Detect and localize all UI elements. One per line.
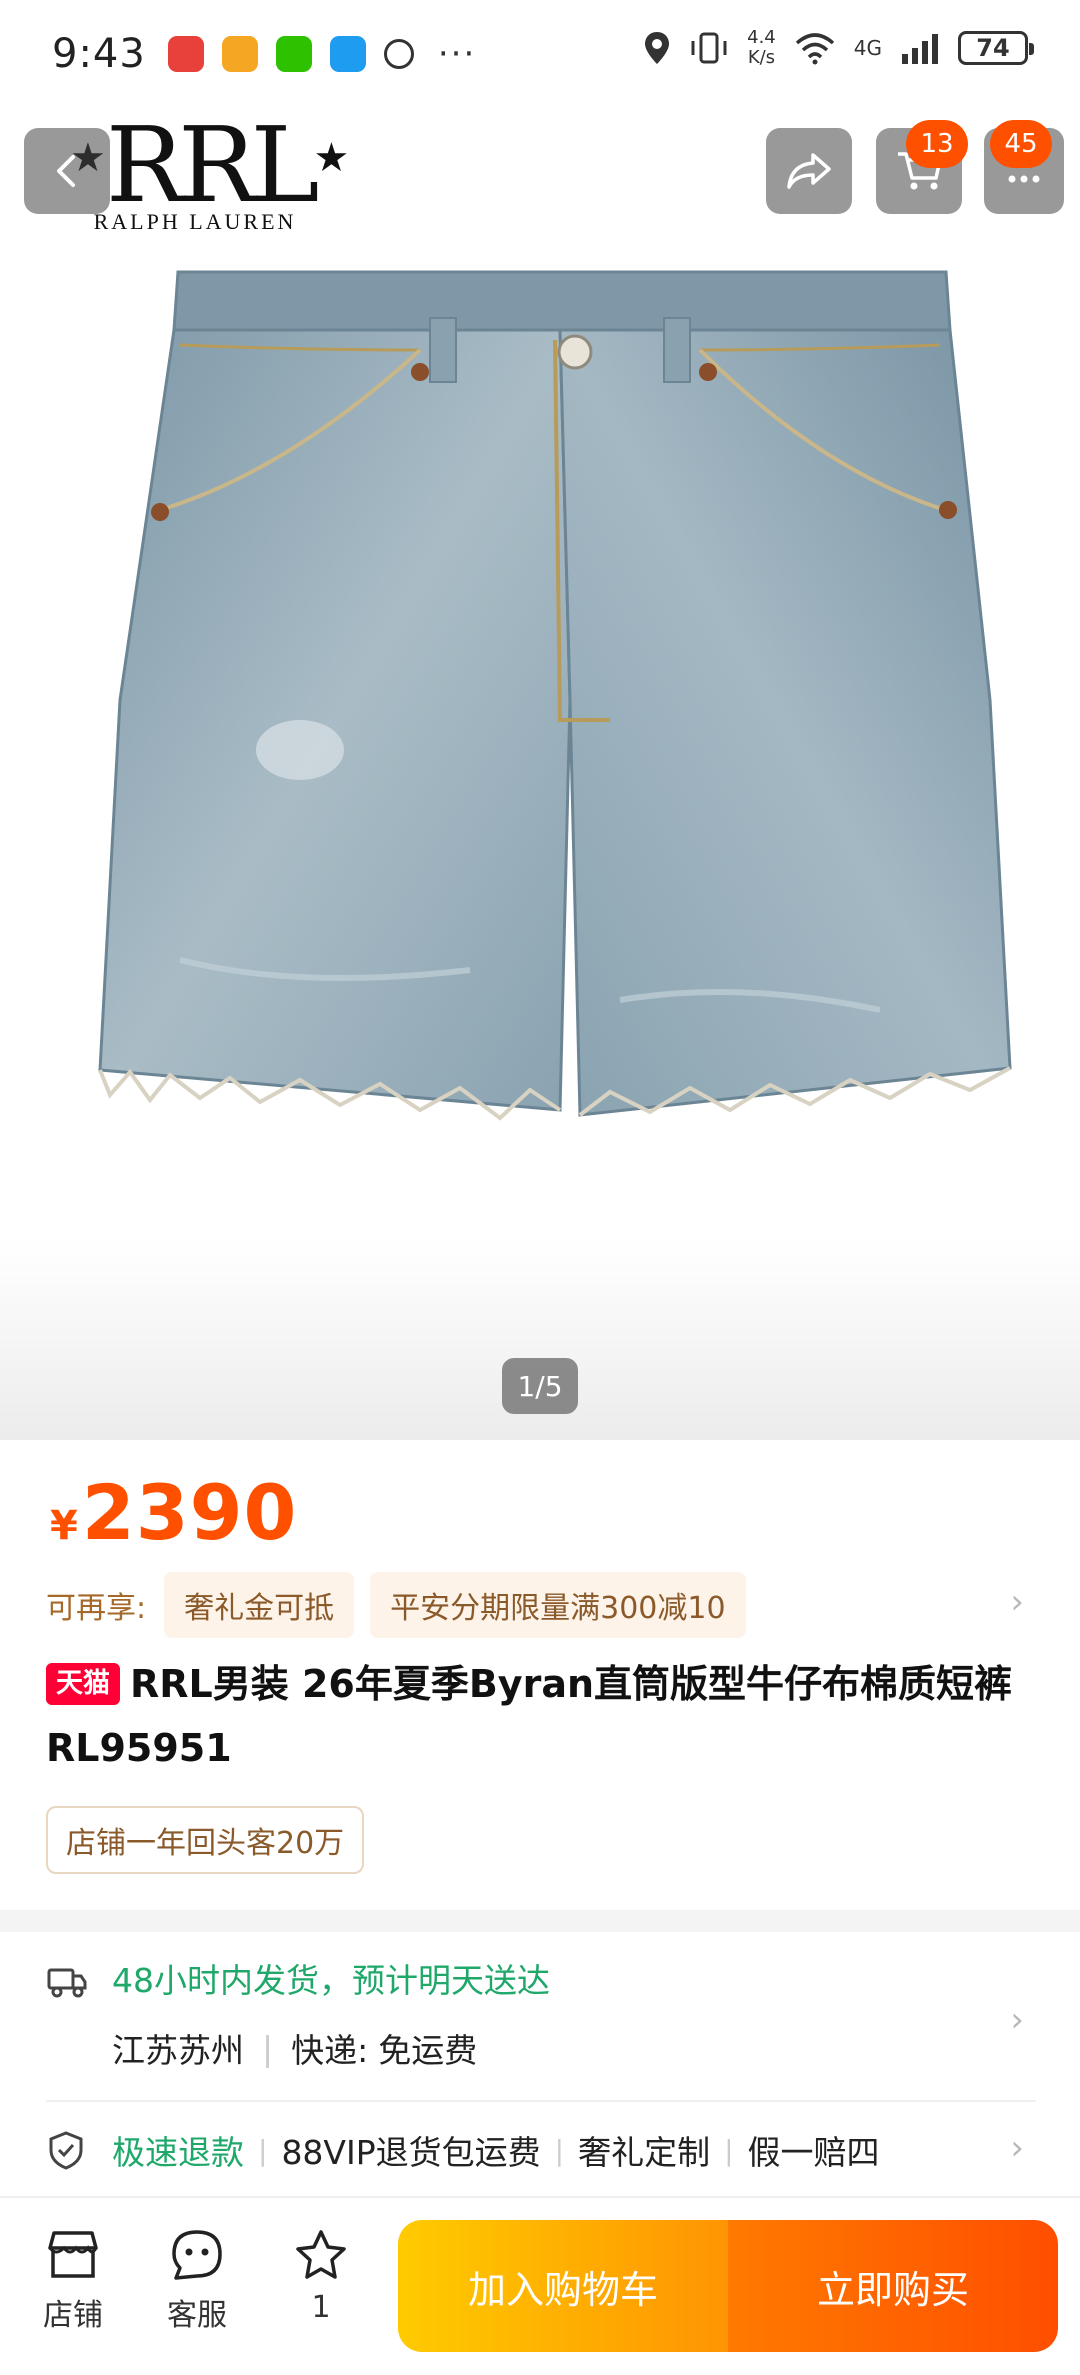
status-time: 9:43 xyxy=(52,31,146,77)
network-type: 4G xyxy=(853,36,882,60)
shipping-headline: 48小时内发货，预计明天送达 xyxy=(112,1961,550,2000)
customer-service-icon xyxy=(172,2230,222,2280)
wifi-icon xyxy=(795,33,834,65)
ship-origin: 江苏苏州 xyxy=(112,2031,244,2070)
delivery-truck-icon xyxy=(47,1968,87,1998)
product-title-block: 天猫 RRL男装 26年夏季Byran直筒版型牛仔布棉质短裤RL95951 xyxy=(46,1652,1036,1780)
favorite-button[interactable]: 1 xyxy=(276,2228,366,2325)
repeat-customers-tag[interactable]: 店铺一年回头客20万 xyxy=(46,1806,365,1874)
shop-label: 店铺 xyxy=(43,2298,103,2333)
customer-service-button[interactable]: 客服 xyxy=(152,2228,242,2334)
share-button[interactable] xyxy=(766,128,852,214)
chevron-left-icon xyxy=(57,155,75,187)
add-to-cart-button[interactable]: 加入购物车 xyxy=(398,2220,728,2352)
image-page-counter: 1/5 xyxy=(502,1358,578,1414)
express-value: 免运费 xyxy=(378,2031,478,2070)
huawei-app-icon xyxy=(167,36,204,72)
benefits-row[interactable]: 可再享: 奢礼金可抵 平安分期限量满300减10 xyxy=(46,1572,762,1638)
star-icon xyxy=(296,2230,346,2279)
service-item: 假一赔四 xyxy=(747,2133,880,2172)
product-image-gallery[interactable]: ★RRL★ RALPH LAUREN 13 45 1/5 xyxy=(0,0,1080,1440)
share-icon xyxy=(787,153,831,189)
more-notifications-icon: ··· xyxy=(437,34,477,74)
network-speed: 4.4 K/s xyxy=(747,27,776,68)
express-label: 快递: xyxy=(291,2031,369,2070)
buy-now-button[interactable]: 立即购买 xyxy=(728,2220,1058,2352)
signal-icon xyxy=(902,34,938,64)
service-guarantees-row[interactable]: 极速退款 | 88VIP退货包运费 | 奢礼定制 | 假一赔四 xyxy=(46,2126,1036,2174)
benefit-tag-installment: 平安分期限量满300减10 xyxy=(370,1572,746,1638)
cart-button[interactable]: 13 xyxy=(876,120,968,214)
favorite-count: 1 xyxy=(311,2290,331,2325)
price-value: 2390 xyxy=(81,1468,298,1557)
tmall-badge: 天猫 xyxy=(46,1663,120,1705)
service-item: 奢礼定制 xyxy=(578,2133,711,2172)
battery-indicator: 74 xyxy=(958,31,1034,65)
service-item: 88VIP退货包运费 xyxy=(281,2133,541,2172)
benefits-label: 可再享: xyxy=(46,1591,147,1626)
shipping-chevron-icon[interactable]: › xyxy=(1010,2000,1024,2040)
fast-refund-label: 极速退款 xyxy=(112,2133,244,2172)
shipping-details: 江苏苏州 | 快递: 免运费 xyxy=(112,2024,477,2072)
shield-check-icon xyxy=(49,2131,83,2170)
message-count-badge: 45 xyxy=(990,120,1052,168)
location-icon xyxy=(645,32,670,64)
more-button[interactable]: 45 xyxy=(984,120,1064,214)
back-button[interactable] xyxy=(24,128,110,214)
divider xyxy=(46,2100,1036,2102)
currency-symbol: ¥ xyxy=(50,1503,78,1549)
section-divider xyxy=(0,1910,1080,1932)
benefit-tag-luxury-credit: 奢礼金可抵 xyxy=(164,1572,355,1638)
wechat-icon xyxy=(275,36,312,72)
shop-button[interactable]: 店铺 xyxy=(28,2228,118,2334)
weibo-icon xyxy=(221,36,258,72)
product-title: RRL男装 26年夏季Byran直筒版型牛仔布棉质短裤RL95951 xyxy=(46,1662,1013,1770)
store-icon xyxy=(48,2231,98,2278)
message-app-icon xyxy=(329,36,366,72)
benefits-chevron-icon[interactable]: › xyxy=(1010,1582,1024,1622)
app-notification-icon xyxy=(383,39,414,69)
price: ¥ 2390 xyxy=(50,1468,297,1557)
cart-count-badge: 13 xyxy=(906,120,968,168)
bottom-action-bar: 店铺 客服 1 加入购物车 立即购买 xyxy=(0,2198,1080,2375)
customer-service-label: 客服 xyxy=(167,2298,227,2333)
vibrate-icon xyxy=(691,32,727,64)
status-bar: 9:43 ··· 4.4 K/s 4G 74 xyxy=(0,0,1080,108)
services-chevron-icon[interactable]: › xyxy=(1010,2128,1024,2168)
